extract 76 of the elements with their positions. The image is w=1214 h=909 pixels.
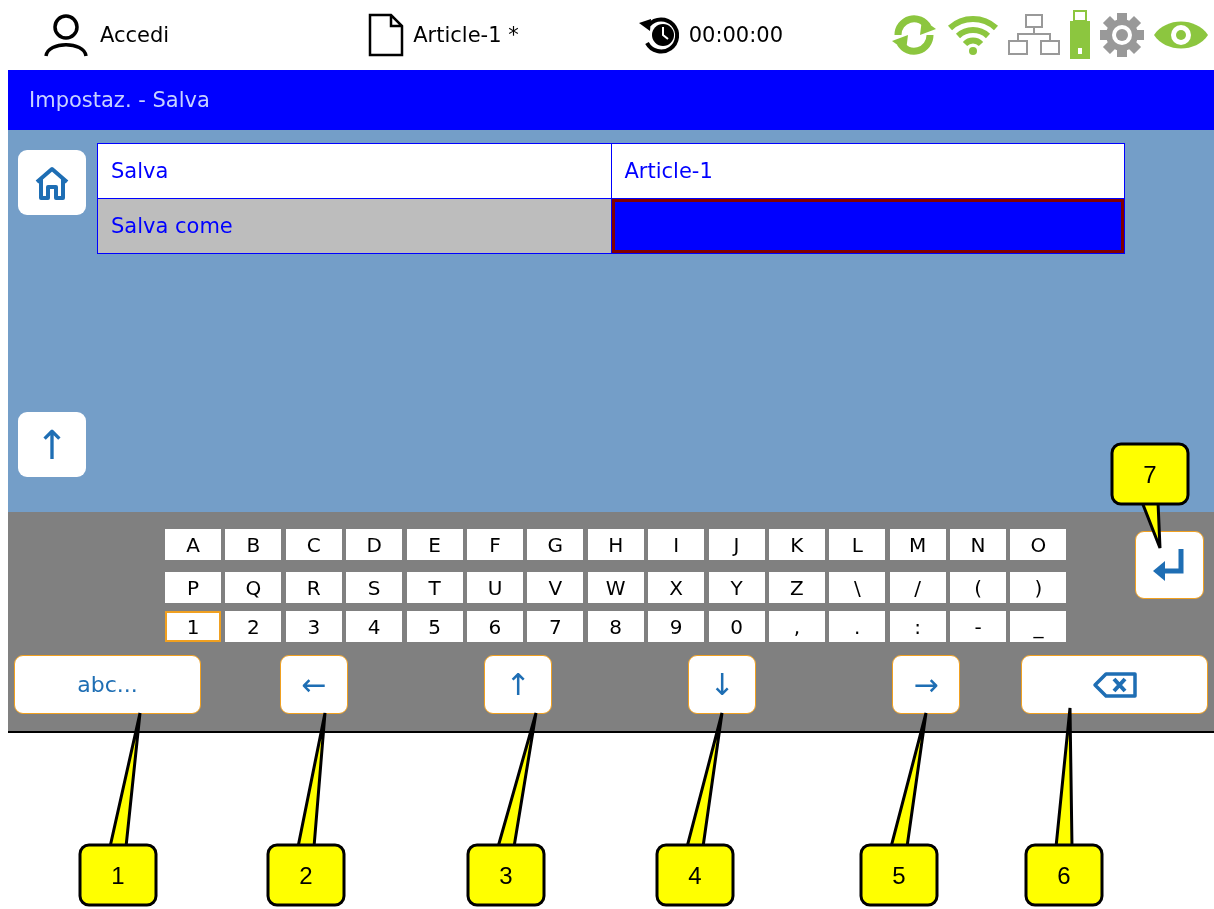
keyboard-key[interactable]: / — [889, 572, 946, 603]
callout-number: 4 — [688, 862, 702, 889]
keyboard-key[interactable]: B — [225, 529, 282, 560]
keyboard-key[interactable]: F — [466, 529, 523, 560]
keyboard-key[interactable]: E — [406, 529, 463, 560]
input-field[interactable] — [611, 198, 1125, 254]
keyboard-key[interactable]: G — [527, 529, 584, 560]
keyboard-key[interactable]: 8 — [587, 611, 644, 642]
keyboard-key[interactable]: C — [285, 529, 342, 560]
keyboard-key[interactable]: A — [165, 529, 221, 560]
keyboard-key[interactable]: 1 — [165, 611, 221, 642]
keyboard-key[interactable]: O — [1010, 529, 1067, 560]
keyboard-key[interactable]: 0 — [708, 611, 765, 642]
document-name: Article-1 * — [413, 23, 519, 47]
keyboard-key[interactable]: Y — [708, 572, 765, 603]
setting-label[interactable]: Salva — [97, 143, 611, 199]
keyboard-key[interactable]: T — [406, 572, 463, 603]
mode-button[interactable]: abc... — [14, 655, 201, 714]
backspace-button[interactable] — [1021, 655, 1208, 714]
keyboard-key[interactable]: ( — [950, 572, 1007, 603]
timer-text: 00:00:00 — [688, 23, 783, 47]
settings-icon[interactable] — [1098, 11, 1146, 59]
network-icon[interactable] — [1006, 13, 1062, 57]
arrow-button[interactable]: ← — [280, 655, 348, 714]
keyboard-key[interactable]: 2 — [225, 611, 282, 642]
keyboard-key[interactable]: _ — [1010, 611, 1067, 642]
keyboard-key[interactable]: H — [587, 529, 644, 560]
keyboard-key[interactable]: M — [889, 529, 946, 560]
keyboard-key[interactable]: 4 — [346, 611, 403, 642]
keyboard-key[interactable]: \ — [829, 572, 886, 603]
backspace-icon — [1091, 670, 1138, 699]
callout-number: 2 — [299, 862, 313, 889]
wifi-icon[interactable] — [946, 14, 1000, 56]
keyboard-key[interactable]: S — [346, 572, 403, 603]
keyboard-key[interactable]: , — [768, 611, 825, 642]
keyboard-key[interactable]: I — [648, 529, 705, 560]
keyboard-key[interactable]: ) — [1010, 572, 1067, 603]
keyboard-key[interactable]: 3 — [285, 611, 342, 642]
keyboard-key[interactable]: 6 — [466, 611, 523, 642]
page-title: Impostaz. - Salva — [29, 88, 210, 112]
callout-number: 6 — [1057, 862, 1071, 889]
keyboard-key[interactable]: X — [648, 572, 705, 603]
keyboard-key[interactable]: R — [285, 572, 342, 603]
login-label[interactable]: Accedi — [100, 23, 170, 47]
callout-number: 5 — [892, 862, 906, 889]
keyboard-key[interactable]: Q — [225, 572, 282, 603]
up-button[interactable]: ↑ — [18, 412, 86, 477]
arrow-button[interactable]: ↓ — [688, 655, 756, 714]
setting-label[interactable]: Salva come — [97, 198, 611, 254]
keyboard-key[interactable]: - — [950, 611, 1007, 642]
keyboard-key[interactable]: W — [587, 572, 644, 603]
keyboard-key[interactable]: K — [768, 529, 825, 560]
home-button[interactable] — [18, 150, 86, 215]
keyboard-key[interactable]: U — [466, 572, 523, 603]
keyboard-key[interactable]: 9 — [648, 611, 705, 642]
keyboard-key[interactable]: 7 — [527, 611, 584, 642]
keyboard-key[interactable]: V — [527, 572, 584, 603]
keyboard-key[interactable]: Z — [768, 572, 825, 603]
keyboard-key[interactable]: N — [950, 529, 1007, 560]
arrow-button[interactable]: → — [892, 655, 960, 714]
keyboard-key[interactable]: J — [708, 529, 765, 560]
callout-number: 3 — [499, 862, 513, 889]
callout-number: 1 — [111, 862, 125, 889]
keyboard-key[interactable]: . — [829, 611, 886, 642]
keyboard-key[interactable]: : — [889, 611, 946, 642]
enter-button[interactable] — [1135, 531, 1205, 599]
usb-icon[interactable] — [1068, 10, 1092, 60]
document-icon — [367, 12, 406, 58]
callout-number: 7 — [1143, 461, 1157, 488]
home-icon — [33, 164, 71, 201]
arrow-button[interactable]: ↑ — [484, 655, 552, 714]
setting-value[interactable]: Article-1 — [611, 143, 1125, 199]
keyboard-key[interactable]: L — [829, 529, 886, 560]
keyboard-key[interactable]: 5 — [406, 611, 463, 642]
keyboard-key[interactable]: D — [346, 529, 403, 560]
keyboard-key[interactable]: P — [165, 572, 221, 603]
